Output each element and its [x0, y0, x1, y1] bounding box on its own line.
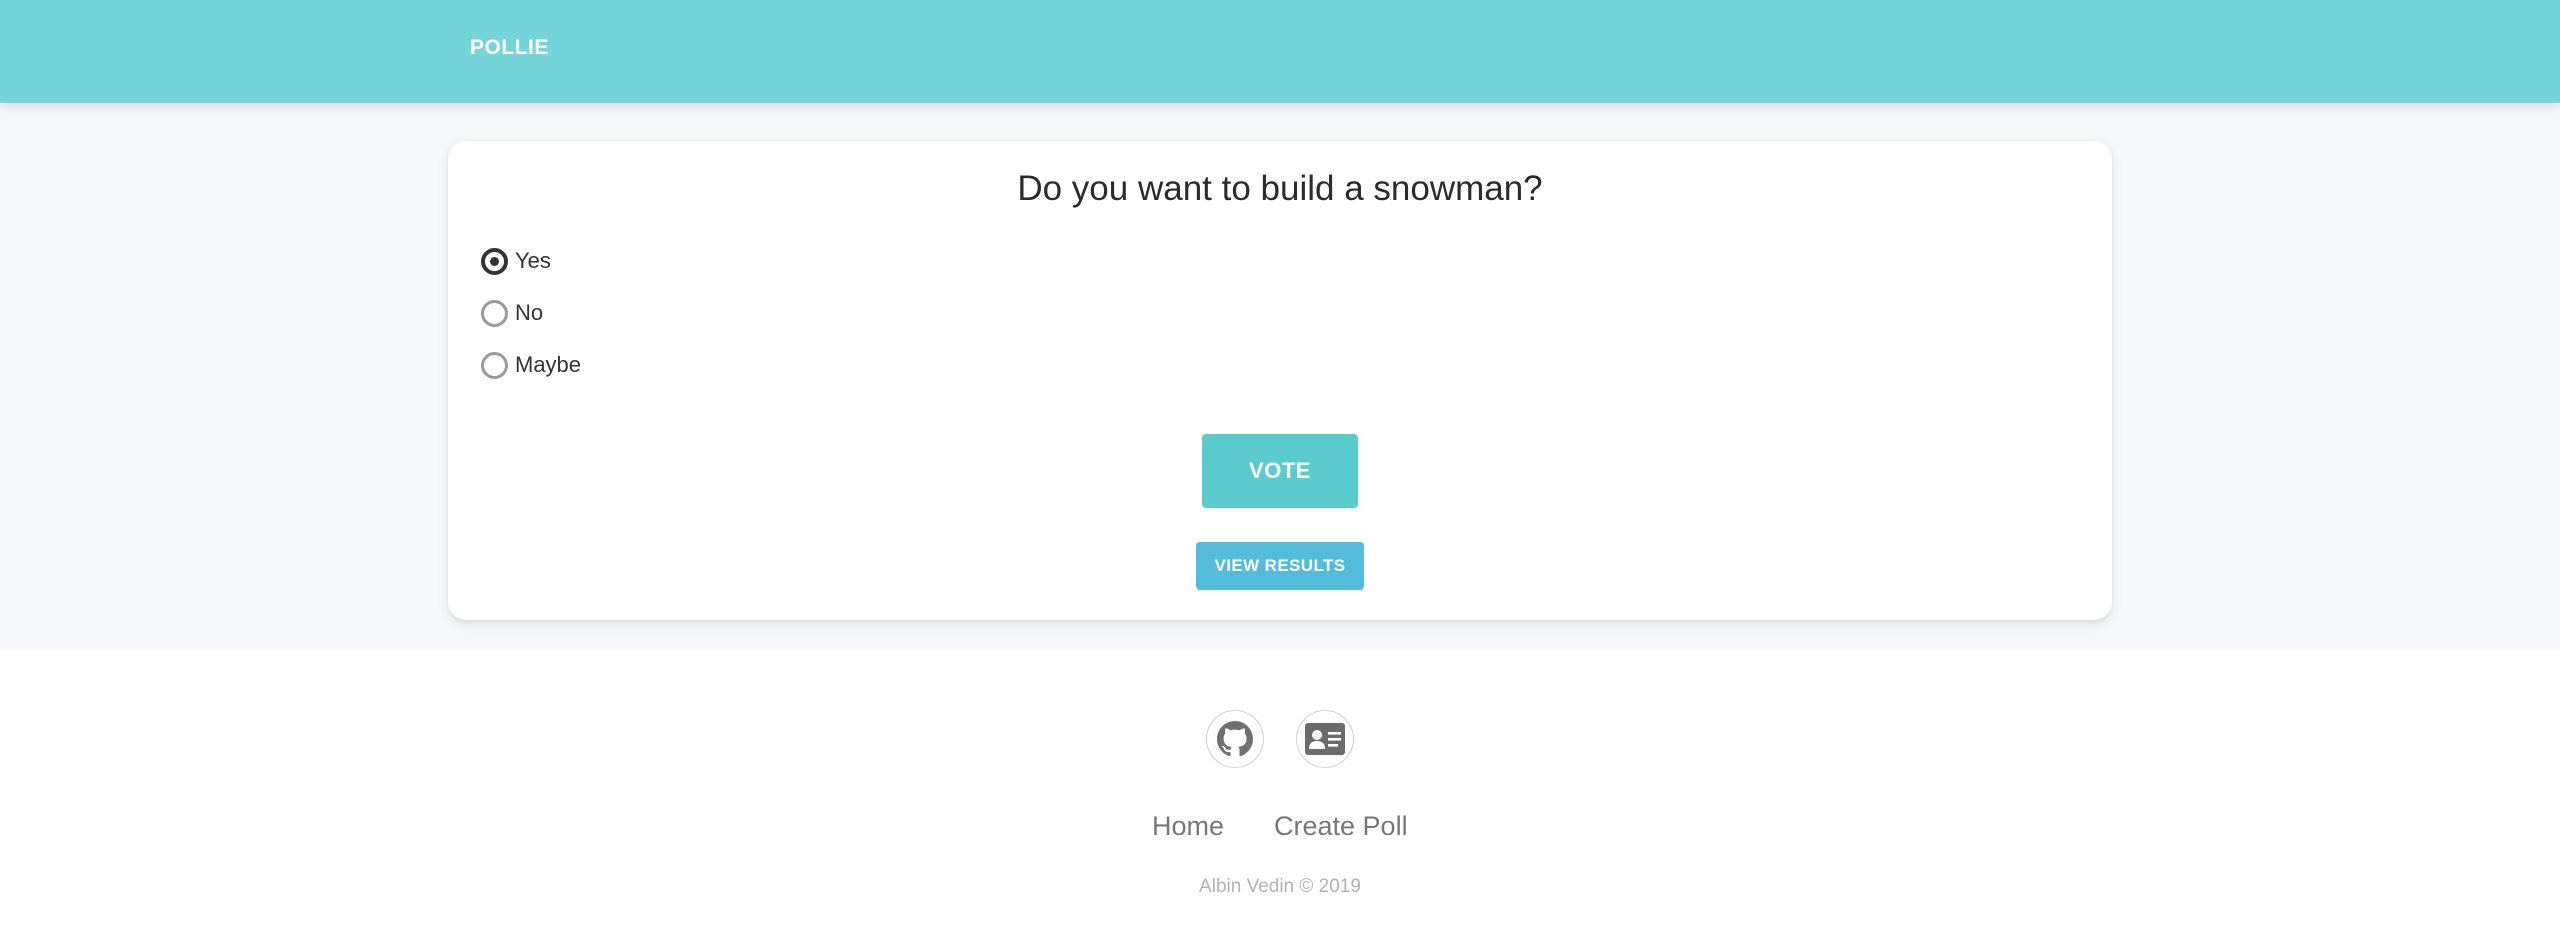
vote-button[interactable]: VOTE [1202, 434, 1358, 508]
option-label: Yes [515, 248, 551, 273]
view-results-button[interactable]: VIEW RESULTS [1196, 542, 1364, 590]
option-label: Maybe [515, 352, 582, 377]
option-yes[interactable]: Yes [481, 244, 551, 278]
option-label: No [515, 300, 544, 325]
poll-question: Do you want to build a snowman? [1017, 169, 1543, 208]
footer: Home Create Poll Albin Vedin © 2019 [0, 650, 2560, 943]
option-maybe[interactable]: Maybe [481, 348, 581, 382]
footer-link-home[interactable]: Home [1152, 811, 1224, 842]
contact-card-icon [1305, 723, 1345, 755]
footer-link-create-poll[interactable]: Create Poll [1274, 811, 1408, 842]
github-link[interactable] [1206, 710, 1264, 768]
poll-card: Do you want to build a snowman? Yes No M… [448, 141, 2112, 620]
navbar: POLLIE [0, 0, 2560, 103]
brand-logo-link[interactable]: POLLIE [470, 36, 549, 60]
radio-maybe[interactable] [481, 351, 508, 379]
option-no[interactable]: No [481, 296, 543, 330]
copyright-text: Albin Vedin © 2019 [1199, 876, 1361, 897]
radio-yes[interactable] [481, 247, 508, 275]
github-icon [1217, 721, 1253, 757]
contact-card-link[interactable] [1296, 710, 1354, 768]
radio-no[interactable] [481, 299, 508, 327]
